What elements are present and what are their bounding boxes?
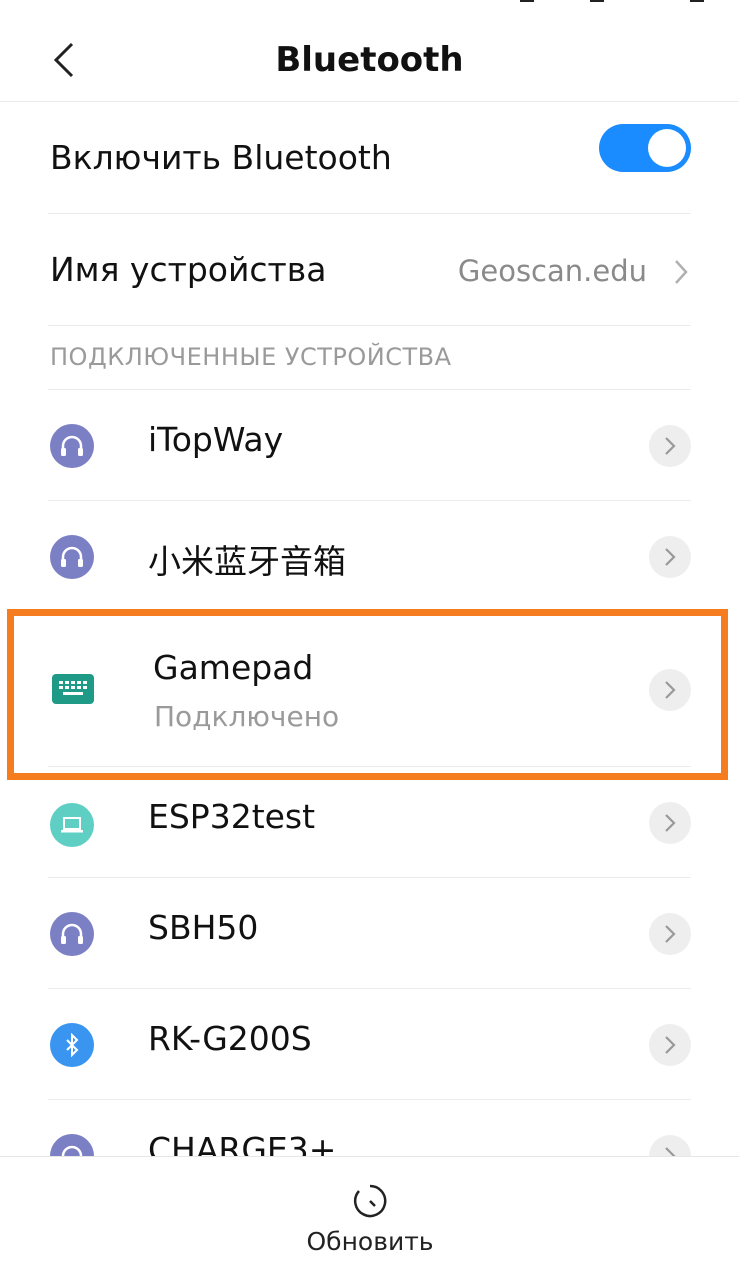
- toggle-knob: [648, 129, 686, 167]
- chevron-right-icon: [665, 548, 676, 566]
- device-name: ESP32test: [148, 797, 316, 836]
- device-row-rk-g200s[interactable]: RK-G200S: [48, 989, 691, 1100]
- device-row-sbh50[interactable]: SBH50: [48, 878, 691, 989]
- device-name: RK-G200S: [148, 1019, 312, 1058]
- refresh-icon: [354, 1184, 387, 1218]
- device-name: iTopWay: [148, 420, 284, 459]
- details-button[interactable]: [649, 802, 691, 844]
- details-button[interactable]: [649, 536, 691, 578]
- headset-icon: [50, 912, 94, 956]
- chevron-right-icon: [665, 1036, 676, 1054]
- section-title: ПОДКЛЮЧЕННЫЕ УСТРОЙСТВА: [50, 343, 452, 371]
- chevron-right-icon: [665, 681, 676, 699]
- bluetooth-toggle-row[interactable]: Включить Bluetooth: [48, 102, 691, 214]
- bluetooth-toggle-switch[interactable]: [599, 124, 691, 172]
- headset-icon: [50, 424, 94, 468]
- details-button[interactable]: [649, 1024, 691, 1066]
- device-name-label: Имя устройства: [50, 250, 327, 289]
- page-title: Bluetooth: [275, 40, 464, 80]
- bottom-bar: Обновить: [0, 1156, 739, 1280]
- details-button[interactable]: [649, 913, 691, 955]
- details-button[interactable]: [649, 425, 691, 467]
- device-name: SBH50: [148, 908, 259, 947]
- headset-icon: [50, 535, 94, 579]
- device-name: 小米蓝牙音箱: [148, 542, 346, 581]
- device-row-xiaomi-speaker[interactable]: 小米蓝牙音箱: [48, 501, 691, 612]
- device-name-row[interactable]: Имя устройства Geoscan.edu: [48, 214, 691, 326]
- device-name-value: Geoscan.edu: [457, 254, 647, 288]
- refresh-button[interactable]: Обновить: [290, 1179, 450, 1269]
- laptop-icon: [50, 803, 94, 847]
- chevron-right-icon: [665, 925, 676, 943]
- refresh-label: Обновить: [306, 1227, 434, 1256]
- chevron-right-icon: [675, 260, 688, 284]
- device-name: Gamepad: [153, 648, 314, 687]
- device-status: Подключено: [154, 700, 340, 733]
- header: Bluetooth: [0, 20, 739, 102]
- bluetooth-icon: [50, 1023, 94, 1067]
- bluetooth-toggle-label: Включить Bluetooth: [50, 138, 392, 177]
- chevron-right-icon: [665, 814, 676, 832]
- status-bar-fragment: [0, 0, 739, 6]
- device-row-itopway[interactable]: iTopWay: [48, 390, 691, 501]
- details-button[interactable]: [649, 669, 691, 711]
- chevron-right-icon: [665, 437, 676, 455]
- keyboard-icon: [52, 674, 94, 704]
- device-row-esp32test[interactable]: ESP32test: [48, 767, 691, 878]
- device-row-gamepad[interactable]: Gamepad Подключено: [48, 612, 691, 767]
